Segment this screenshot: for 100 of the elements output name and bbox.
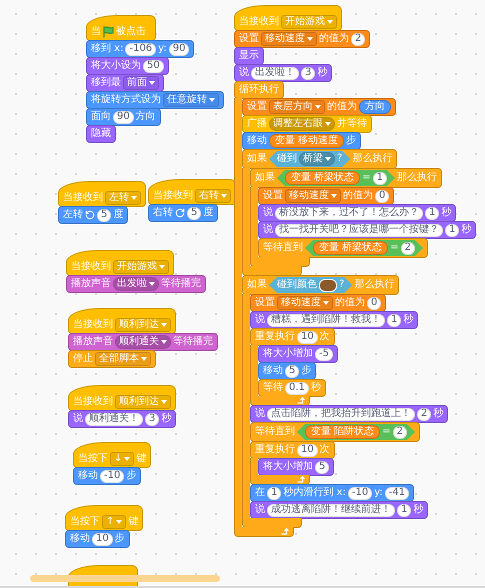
code-block[interactable]: 移动 10 步 bbox=[65, 530, 130, 548]
number-input[interactable]: 0 bbox=[375, 190, 390, 202]
code-block[interactable]: 将旋转方式设为 任意旋转 bbox=[86, 91, 224, 109]
code-block[interactable]: 设置 移动速度 的值为 0 bbox=[250, 294, 386, 312]
number-input[interactable]: -41 bbox=[384, 486, 410, 500]
number-input[interactable]: 5 bbox=[285, 364, 300, 378]
loop-arrow-icon bbox=[281, 528, 289, 535]
code-block[interactable]: 左转 5 度 bbox=[58, 206, 128, 224]
number-input[interactable]: 5 bbox=[187, 206, 202, 220]
code-block[interactable]: 设置 移动速度 的值为 0 bbox=[258, 187, 394, 205]
number-input[interactable]: 1 bbox=[267, 486, 282, 500]
number-input[interactable]: -10 bbox=[100, 470, 124, 482]
code-block[interactable]: 在 1 秒内滑行到 x: -10 y: -41 bbox=[250, 484, 414, 502]
text-input[interactable]: 出发啦！ bbox=[251, 66, 299, 80]
number-input[interactable]: 2 bbox=[351, 32, 366, 46]
number-input[interactable]: -106 bbox=[125, 42, 156, 56]
block-label: 如果 bbox=[255, 172, 275, 184]
code-block[interactable]: 移到最 前面 bbox=[86, 74, 164, 92]
block-label: 说 bbox=[263, 207, 273, 219]
code-block[interactable]: 将大小设为 50 bbox=[86, 57, 169, 75]
code-block[interactable]: 将大小增加 5 bbox=[258, 458, 334, 476]
number-input[interactable]: 3 bbox=[145, 412, 160, 426]
text-input[interactable]: 糟糕，遇到陷阱！救我！ bbox=[267, 314, 385, 326]
block-label: = bbox=[390, 242, 399, 254]
number-input[interactable]: 50 bbox=[143, 60, 164, 72]
code-block[interactable]: 重复执行 10 次 bbox=[250, 441, 335, 459]
code-block[interactable]: 将大小增加 -5 bbox=[258, 345, 338, 363]
number-input[interactable]: 1 bbox=[445, 224, 460, 236]
text-input[interactable]: 点击陷阱，把我抬升到跑道上！ bbox=[267, 408, 415, 420]
caret-icon bbox=[315, 105, 321, 109]
code-block[interactable]: 隐藏 bbox=[86, 125, 116, 143]
code-block[interactable]: 说 顺利通关！ 3 秒 bbox=[68, 410, 176, 428]
code-block[interactable]: 播放声音 顺利通关 等待播完 bbox=[68, 333, 218, 351]
code-block[interactable]: 如果 变量 桥梁状态 = 1 那么执行 bbox=[250, 168, 442, 188]
code-block[interactable]: 显示 bbox=[234, 47, 264, 65]
boolean-block[interactable]: 变量 桥梁状态 = 2 bbox=[305, 240, 423, 256]
boolean-block[interactable]: 变量 陷阱状态 = 2 bbox=[297, 424, 415, 440]
number-input[interactable]: -10 bbox=[348, 486, 372, 500]
number-input[interactable]: 0.1 bbox=[285, 382, 309, 394]
block-label: 等待 bbox=[263, 382, 283, 394]
code-block[interactable]: 等待直到 变量 陷阱状态 = 2 bbox=[250, 422, 420, 442]
code-block[interactable]: 说 出发啦！ 3 秒 bbox=[234, 64, 332, 82]
block-label: 设置 bbox=[239, 33, 259, 45]
number-input[interactable]: 1 bbox=[387, 314, 402, 326]
dropdown-menu[interactable]: 前面 bbox=[123, 76, 159, 90]
block-label: 当接收到 bbox=[73, 319, 113, 331]
dropdown-menu[interactable]: 顺利通关 bbox=[115, 335, 171, 349]
code-block[interactable]: 重复执行 10 次 bbox=[250, 328, 335, 346]
number-input[interactable]: 2 bbox=[417, 408, 432, 420]
code-block[interactable]: 移动 -10 步 bbox=[73, 467, 142, 485]
boolean-block[interactable]: 碰到 桥梁 ? bbox=[269, 151, 350, 167]
code-block[interactable]: 说 桥没放下来，过不了！怎么办？ 1 秒 bbox=[258, 204, 456, 222]
code-block[interactable]: 播放声音 出发啦 等待播完 bbox=[66, 275, 206, 293]
dropdown-menu[interactable]: 出发啦 bbox=[113, 277, 159, 291]
horizontal-scrollbar[interactable] bbox=[30, 575, 220, 582]
code-block[interactable]: 说 点击陷阱，把我抬升到跑道上！ 2 秒 bbox=[250, 405, 448, 423]
number-input[interactable]: 10 bbox=[92, 532, 113, 546]
boolean-block[interactable]: 变量 桥梁状态 = 1 bbox=[277, 170, 395, 186]
block-label: 当接收到 bbox=[73, 396, 113, 408]
code-block[interactable]: 如果 碰到 桥梁 ? 那么执行 bbox=[242, 149, 398, 169]
number-input[interactable]: 5 bbox=[97, 208, 112, 222]
block-label: 当接收到 bbox=[239, 16, 279, 28]
number-input[interactable]: 3 bbox=[301, 66, 316, 80]
code-block[interactable]: 说 找一找开关吧？应该是哪一个按键？ 1 秒 bbox=[258, 221, 476, 239]
block-label: 当按下 bbox=[70, 516, 100, 528]
code-block[interactable]: 移到 x: -106 y: 90 bbox=[86, 40, 194, 58]
block-label: 移到 x: bbox=[91, 43, 124, 55]
code-block[interactable]: 移动 5 步 bbox=[258, 362, 316, 380]
number-input[interactable]: -5 bbox=[315, 348, 333, 360]
text-input[interactable]: 成功逃离陷阱！继续前进！ bbox=[267, 504, 395, 516]
block-label: 说 bbox=[255, 314, 265, 326]
text-input[interactable]: 找一找开关吧？应该是哪一个按键？ bbox=[275, 224, 443, 236]
text-input[interactable]: 桥没放下来，过不了！怎么办？ bbox=[275, 206, 423, 220]
color-swatch[interactable] bbox=[319, 278, 337, 292]
block-label: 当接收到 bbox=[63, 192, 103, 204]
number-input[interactable]: 0 bbox=[367, 296, 382, 310]
number-input[interactable]: 10 bbox=[297, 330, 318, 344]
number-input[interactable]: 2 bbox=[400, 242, 415, 254]
block-label: 度 bbox=[113, 209, 124, 221]
number-input[interactable]: 1 bbox=[425, 206, 440, 220]
number-input[interactable]: 2 bbox=[392, 426, 407, 438]
block-label: 等待播完 bbox=[161, 278, 201, 290]
block-label: 设置 bbox=[263, 190, 283, 202]
number-input[interactable]: 5 bbox=[315, 460, 330, 474]
number-input[interactable]: 1 bbox=[397, 504, 412, 516]
block-label: 说 bbox=[263, 224, 273, 236]
code-block[interactable]: 说 糟糕，遇到陷阱！救我！ 1 秒 bbox=[250, 311, 418, 329]
code-block[interactable]: 面向 90 方向 bbox=[86, 108, 161, 126]
code-block[interactable]: 设置 移动速度 的值为 2 bbox=[234, 30, 370, 48]
dropdown-menu[interactable]: 桥梁 bbox=[299, 152, 335, 166]
number-input[interactable]: 90 bbox=[168, 42, 190, 56]
code-block[interactable]: 右转 5 度 bbox=[148, 204, 218, 222]
code-block[interactable]: 等待 0.1 秒 bbox=[258, 379, 326, 397]
number-input[interactable]: 10 bbox=[297, 444, 318, 456]
dropdown-menu[interactable]: 任意旋转 bbox=[163, 93, 219, 107]
text-input[interactable]: 顺利通关！ bbox=[85, 412, 143, 426]
number-input[interactable]: 90 bbox=[113, 110, 134, 124]
number-input[interactable]: 1 bbox=[372, 172, 387, 184]
code-block[interactable]: 等待直到 变量 桥梁状态 = 2 bbox=[258, 238, 428, 258]
code-block[interactable]: 说 成功逃离陷阱！继续前进！ 1 秒 bbox=[250, 501, 428, 519]
